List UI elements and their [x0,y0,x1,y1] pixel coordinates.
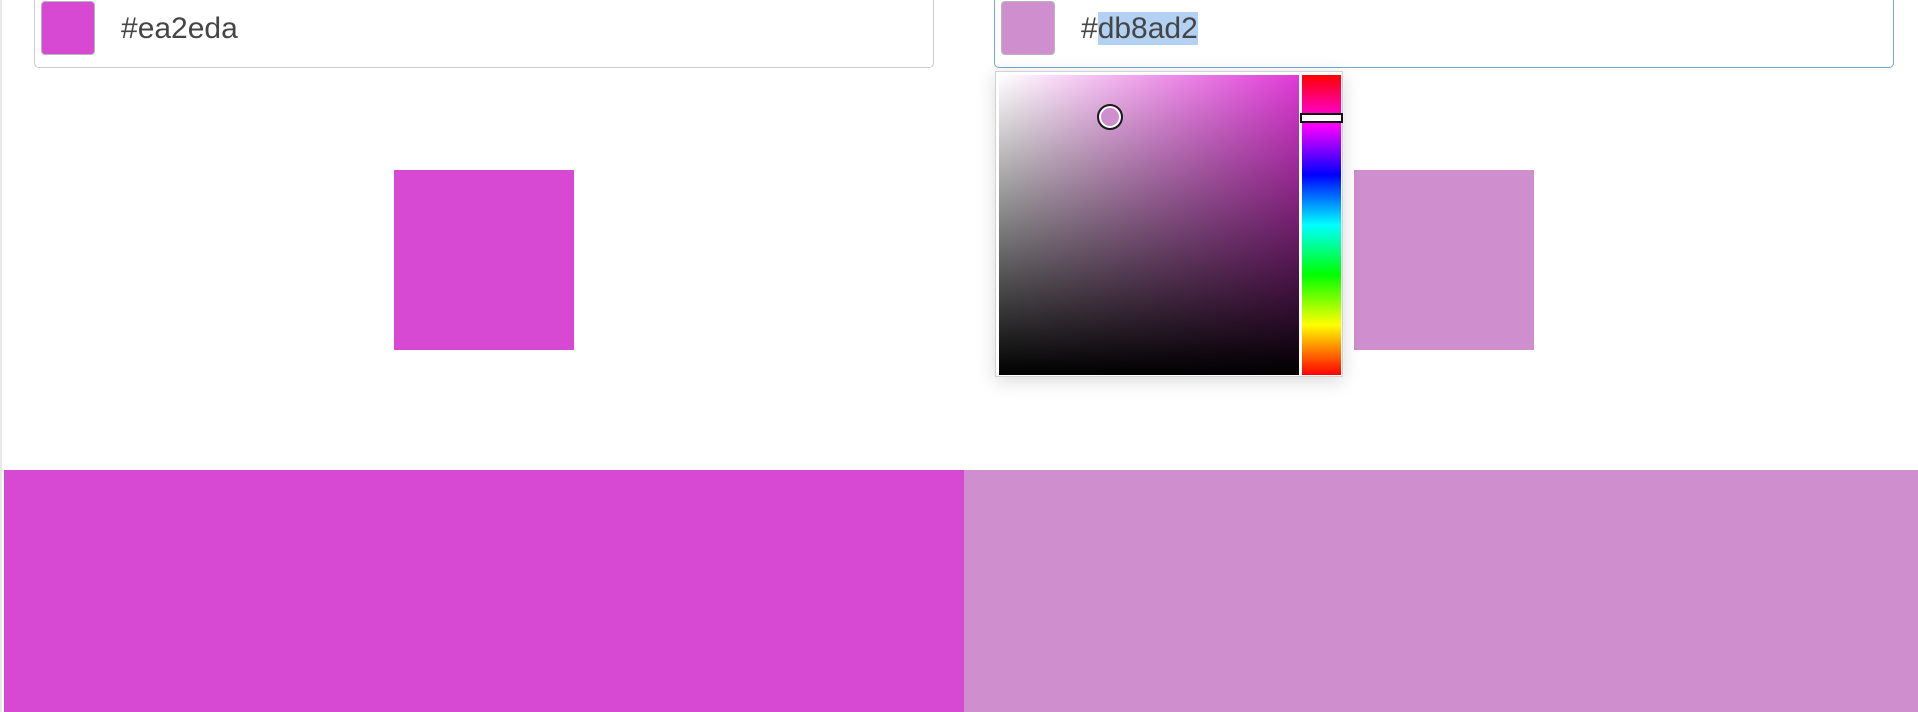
color-preview-square-left [394,170,574,350]
page: #ea2eda #db8ad2 [0,0,1918,712]
hex-prefix-left: # [121,12,138,45]
color-preview-square-right [1354,170,1534,350]
color-input-left[interactable]: #ea2eda [34,0,934,68]
color-swatch-left[interactable] [41,1,95,55]
saturation-value-handle[interactable] [1097,104,1123,130]
hue-slider-handle[interactable] [1300,113,1343,123]
hex-prefix-right: # [1081,12,1098,45]
hex-selected-text-right: db8ad2 [1097,12,1198,45]
color-picker-popup [995,71,1343,377]
hex-text-left: ea2eda [137,12,238,45]
color-swatch-right[interactable] [1001,1,1055,55]
color-band-left [4,470,964,712]
hex-value-right[interactable]: #db8ad2 [1081,9,1198,49]
value-gradient [999,75,1299,375]
hex-value-left[interactable]: #ea2eda [121,9,238,49]
hue-slider[interactable] [1300,75,1343,375]
color-input-right[interactable]: #db8ad2 [994,0,1894,68]
color-band-right [964,470,1918,712]
saturation-value-area[interactable] [999,75,1299,375]
